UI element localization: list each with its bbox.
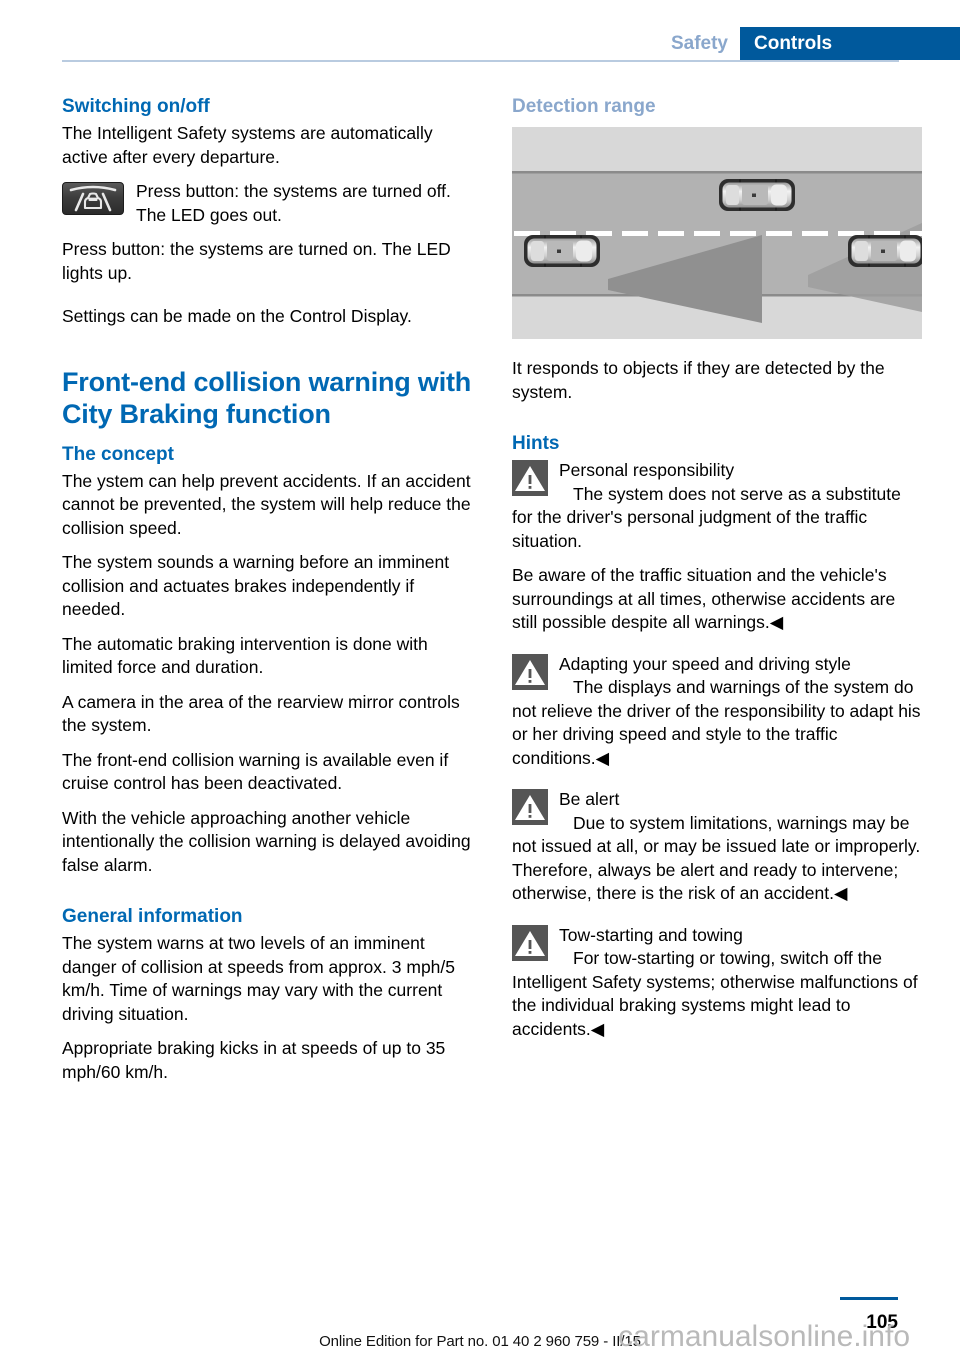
hint-block-be-alert: Be alert Due to system limitations, warn… xyxy=(512,788,922,906)
car-left-ego xyxy=(524,235,600,267)
heading-front-end-collision-warning: Front-end collision warning with City Br… xyxy=(62,366,472,429)
car-right xyxy=(848,235,922,267)
paragraph-switching-intro: The Intelligent Safety systems are autom… xyxy=(62,123,433,167)
warning-triangle-icon xyxy=(512,789,548,825)
hint-title: Adapting your speed and driving style xyxy=(559,653,851,674)
hint-title: Personal responsibility xyxy=(559,460,735,480)
heading-switching-on-off: Switching on/off xyxy=(62,96,210,117)
page-number: 105 xyxy=(866,1312,898,1333)
hint-block-tow-starting: Tow-starting and towing For tow-starting… xyxy=(512,924,922,1042)
paragraph-concept-2: The system sounds a warning before an im… xyxy=(62,552,450,619)
paragraph-general-1: The system warns at two levels of an imm… xyxy=(62,933,455,1024)
heading-the-concept: The concept xyxy=(62,443,174,465)
footer-edition-note: Online Edition for Part no. 01 40 2 960 … xyxy=(319,1333,641,1350)
footer-divider xyxy=(840,1297,898,1300)
detection-range-diagram xyxy=(512,127,922,339)
tab-controls[interactable]: Controls xyxy=(740,27,960,60)
heading-general-information: General information xyxy=(62,906,243,927)
paragraph-detection-response: It responds to objects if they are detec… xyxy=(512,358,885,402)
hint-body: The system does not serve as a substitut… xyxy=(512,483,901,551)
paragraph-concept-4: A camera in the area of the rearview mir… xyxy=(62,691,460,736)
warning-triangle-icon xyxy=(512,653,548,690)
paragraph-general-2: Appropriate braking kicks in at speeds o… xyxy=(62,1038,446,1082)
header-divider xyxy=(62,60,899,62)
hint-body: For tow-starting or towing, switch off t… xyxy=(512,948,918,1039)
hint-title: Be alert xyxy=(559,789,620,809)
paragraph-concept-5: The front-end collision warning is avail… xyxy=(62,749,449,794)
hint-block-adapting-speed: Adapting your speed and driving style Th… xyxy=(512,653,922,771)
intelligent-safety-button-icon xyxy=(62,182,124,215)
warning-triangle-icon xyxy=(512,460,548,496)
hint-body: The displays and warnings of the system … xyxy=(512,677,921,768)
paragraph-concept-6: With the vehicle approaching another veh… xyxy=(62,807,471,875)
header-tabs: Safety Controls xyxy=(660,27,960,60)
page-footer: 105 Online Edition for Part no. 01 40 2 … xyxy=(0,1282,960,1362)
hint-title: Tow-starting and towing xyxy=(559,924,743,945)
left-column: Switching on/off The Intelligent Safety … xyxy=(62,95,472,1095)
right-column: Detection range It responds to objects i… xyxy=(512,95,922,1059)
paragraph-control-display: Settings can be made on the Control Disp… xyxy=(62,306,412,326)
hint-body: Due to system limitations, warnings may … xyxy=(512,812,921,904)
heading-hints: Hints xyxy=(512,433,560,454)
car-upper xyxy=(719,179,795,211)
warning-triangle-icon xyxy=(512,924,548,961)
paragraph-concept-1: The ystem can help prevent accidents. If… xyxy=(62,470,471,538)
hint-continuation: Be aware of the traffic situation and th… xyxy=(512,565,896,632)
hint-block-personal-responsibility: Personal responsibility The system does … xyxy=(512,459,922,635)
page-header: Safety Controls xyxy=(0,0,960,64)
tab-safety[interactable]: Safety xyxy=(660,27,740,60)
button-instruction-block: Press button: the systems are turned off… xyxy=(62,180,472,227)
paragraph-concept-3: The automatic braking intervention is do… xyxy=(62,633,428,678)
paragraph-button-on: Press button: the systems are turned on.… xyxy=(62,239,451,283)
heading-detection-range: Detection range xyxy=(512,96,656,117)
